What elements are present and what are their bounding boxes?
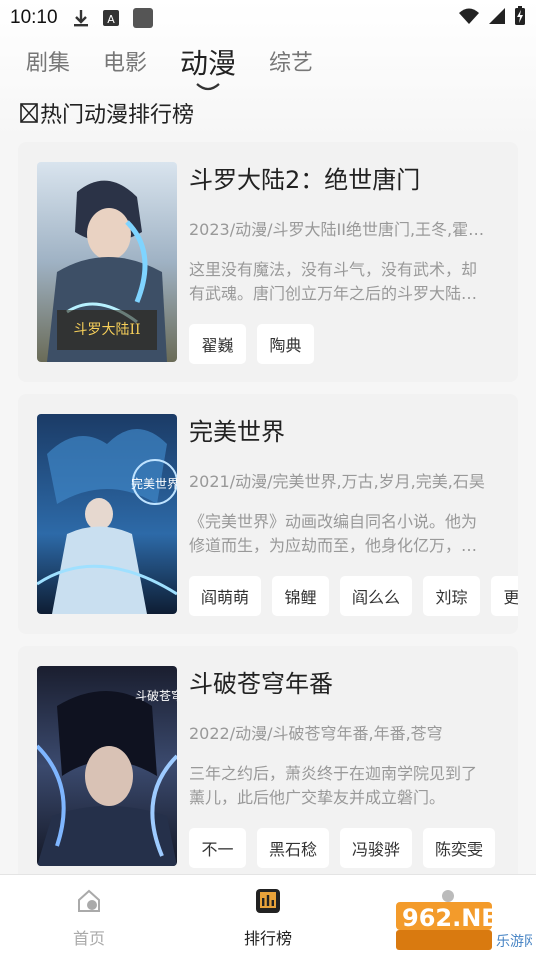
- nav-label: 排行榜: [243, 929, 292, 948]
- watermark-subtext: 乐游网: [496, 934, 532, 950]
- cast-tag[interactable]: 陶典: [257, 324, 314, 364]
- cast-tags: 翟巍 陶典: [189, 324, 518, 364]
- tab-label: 动漫: [180, 47, 237, 80]
- card-meta: 2021/动漫/完美世界,万古,岁月,完美,石昊: [189, 472, 485, 491]
- card-title[interactable]: 斗破苍穹年番: [189, 664, 333, 699]
- poster-image[interactable]: 斗破苍穹: [37, 666, 177, 866]
- cast-tag[interactable]: 黑石稔: [257, 828, 330, 868]
- ranking-card[interactable]: 斗破苍穹 斗破苍穹年番 2022/动漫/斗破苍穹年番,年番,苍穹 三年之约后，萧…: [18, 646, 518, 886]
- nav-home[interactable]: 首页: [49, 887, 129, 949]
- cast-tag[interactable]: 锦鲤: [272, 576, 330, 616]
- cast-tags: 阎萌萌 锦鲤 阎么么 刘琮 更多: [189, 576, 518, 616]
- tab-label: 电影: [103, 51, 148, 76]
- category-tabs: 剧集 电影 动漫 综艺: [26, 44, 346, 91]
- watermark-logo: 962.NET 乐游网: [396, 900, 536, 952]
- card-description: 《完美世界》动画改编自同名小说。他为修道而生，为应劫而至，他身化亿万，独断万古。: [189, 512, 478, 555]
- cast-tag[interactable]: 更多: [491, 576, 518, 616]
- section-title-text: 热门动漫排行榜: [40, 103, 195, 128]
- tab-label: 剧集: [26, 51, 71, 76]
- card-title[interactable]: 完美世界: [189, 412, 285, 447]
- app-square-icon: [132, 7, 154, 29]
- card-meta: 2023/动漫/斗罗大陆II绝世唐门,王冬,霍雨浩: [189, 220, 489, 239]
- poster-caption: 斗破苍穹: [135, 688, 177, 703]
- signal-icon: [488, 7, 506, 29]
- cast-tag[interactable]: 阎么么: [340, 576, 413, 616]
- cast-tag[interactable]: 刘琮: [423, 576, 481, 616]
- status-right: [458, 6, 526, 30]
- card-title[interactable]: 斗罗大陆2：绝世唐门: [189, 160, 420, 195]
- poster-caption: 完美世界: [131, 476, 177, 491]
- poster-image[interactable]: 完美世界: [37, 414, 177, 614]
- tab-anime[interactable]: 动漫: [180, 44, 237, 91]
- ranking-card[interactable]: 完美世界 完美世界 2021/动漫/完美世界,万古,岁月,完美,石昊 《完美世界…: [18, 394, 518, 634]
- home-icon: [78, 889, 100, 912]
- status-bar: 10:10 A: [0, 0, 536, 36]
- wifi-icon: [458, 7, 480, 29]
- tab-variety[interactable]: 综艺: [269, 44, 313, 84]
- section-title: 热门动漫排行榜: [20, 97, 194, 129]
- download-icon: [72, 8, 90, 28]
- poster-image[interactable]: 斗罗大陆II: [37, 162, 177, 362]
- card-description: 这里没有魔法，没有斗气，没有武术，却有武魂。唐门创立万年之后的斗罗大陆上，唐门式…: [189, 260, 478, 303]
- card-meta: 2022/动漫/斗破苍穹年番,年番,苍穹: [189, 724, 443, 743]
- poster-caption: 斗罗大陆II: [73, 322, 140, 338]
- cast-tags: 不一 黑石稔 冯骏骅 陈奕雯: [189, 828, 518, 868]
- card-description: 三年之约后，萧炎终于在迦南学院见到了薰儿，此后他广交挚友并成立磐门。: [189, 764, 478, 807]
- ranking-icon: [256, 889, 280, 913]
- battery-charging-icon: [514, 6, 526, 30]
- watermark-text: 962.NET: [402, 904, 515, 932]
- cast-tag[interactable]: 翟巍: [189, 324, 246, 364]
- nav-label: 首页: [72, 929, 105, 948]
- status-time: 10:10: [10, 7, 58, 28]
- svg-text:A: A: [107, 13, 115, 26]
- checkbox-icon: [20, 102, 38, 124]
- tab-movie[interactable]: 电影: [103, 44, 147, 84]
- active-tab-indicator: [196, 83, 220, 91]
- nav-ranking[interactable]: 排行榜: [228, 887, 308, 949]
- cast-tag[interactable]: 冯骏骅: [340, 828, 413, 868]
- cast-tag[interactable]: 阎萌萌: [189, 576, 262, 616]
- cast-tag[interactable]: 不一: [189, 828, 246, 868]
- tab-label: 综艺: [269, 51, 314, 76]
- font-app-icon: A: [102, 9, 120, 27]
- cast-tag[interactable]: 陈奕雯: [423, 828, 496, 868]
- tab-drama[interactable]: 剧集: [26, 44, 70, 84]
- ranking-card[interactable]: 斗罗大陆II 斗罗大陆2：绝世唐门 2023/动漫/斗罗大陆II绝世唐门,王冬,…: [18, 142, 518, 382]
